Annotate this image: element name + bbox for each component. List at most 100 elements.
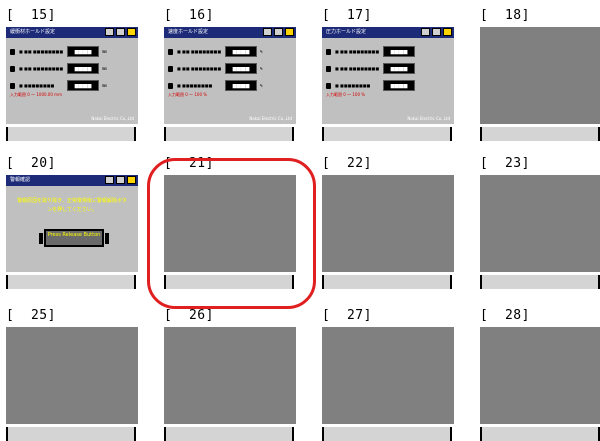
screen-thumbnail[interactable] [322, 327, 454, 424]
bullet-icon [326, 66, 331, 72]
screen-name-field[interactable] [6, 427, 136, 441]
bullet-icon [168, 83, 173, 89]
screen-title: 緩衝材ホールド設定 [10, 29, 56, 35]
setting-value: ■■■■ [383, 80, 415, 91]
screen-name-field[interactable] [322, 127, 452, 141]
screen-thumbnail[interactable]: 警報確認警報原因を取り除き、正常復帰後に警報解除ボタンを押してください。 Pres… [6, 175, 138, 272]
bullet-icon [10, 83, 15, 89]
title-bar-buttons [421, 28, 452, 36]
setting-row: ■ ■■■■■■■■ ■■■■ [326, 80, 454, 92]
setting-unit: mm [102, 49, 107, 54]
maker-credit: Nakai Electric Co.,Ltd [407, 116, 450, 121]
screen-thumbnail[interactable] [6, 327, 138, 424]
screen-number: [ 18] [480, 8, 530, 23]
setting-label: ■ ■■ ■■■■■■■■ [19, 49, 64, 54]
screen-title: 速度ホールド設定 [168, 29, 209, 35]
setting-row: ■ ■■■■■■■■ ■■■■ mm [10, 80, 138, 92]
screen-number: [ 25] [6, 308, 56, 323]
screen-number: [ 20] [6, 156, 56, 171]
setting-row: ■ ■■ ■■■■■■■■ ■■■■ mm [10, 63, 138, 75]
screen-number: [ 15] [6, 8, 56, 23]
setting-label: ■ ■■ ■■■■■■■■ [335, 49, 380, 54]
menu-icon [432, 28, 441, 36]
setting-label: ■ ■■■■■■■■ [335, 83, 371, 88]
back-icon [421, 28, 430, 36]
bullet-icon [326, 49, 331, 55]
screen-title-bar: 圧力ホールド設定 [322, 27, 454, 38]
menu-icon [116, 176, 125, 184]
screen-name-field[interactable] [6, 275, 136, 289]
screen-number: [ 27] [322, 308, 372, 323]
alarm-message: 警報原因を取り除き、正常復帰後に警報解除ボタンを押してください。 [17, 198, 127, 213]
screen-number: [ 26] [164, 308, 214, 323]
screen-number: [ 21] [164, 156, 214, 171]
setting-unit: % [260, 83, 263, 88]
screen-thumbnail[interactable] [164, 327, 296, 424]
setting-unit: mm [102, 83, 107, 88]
screen-name-field[interactable] [164, 427, 294, 441]
screen-name-field[interactable] [480, 275, 600, 289]
screen-name-field[interactable] [6, 127, 136, 141]
title-bar-buttons [105, 28, 136, 36]
bullet-icon [168, 66, 173, 72]
screen-number: [ 28] [480, 308, 530, 323]
input-range-note: 入力範囲 0 ～ 100 % [326, 92, 366, 97]
screen-name-field[interactable] [322, 427, 452, 441]
home-icon [127, 176, 136, 184]
setting-value: ■■■■ [225, 63, 257, 74]
setting-row: ■ ■■ ■■■■■■■■ ■■■■ [326, 63, 454, 75]
setting-row: ■ ■■ ■■■■■■■■ ■■■■% [168, 63, 296, 75]
home-icon [285, 28, 294, 36]
screen-thumbnail[interactable] [480, 175, 600, 272]
screen-name-field[interactable] [480, 127, 600, 141]
maker-credit: Nakai Electric Co.,Ltd [249, 116, 292, 121]
setting-value: ■■■■ [67, 80, 99, 91]
screen-name-field[interactable] [164, 127, 294, 141]
screen-title: 警報確認 [10, 177, 31, 183]
screen-thumbnail[interactable] [322, 175, 454, 272]
title-bar-buttons [105, 176, 136, 184]
bullet-icon [10, 66, 15, 72]
setting-value: ■■■■ [225, 80, 257, 91]
input-range-note: 入力範囲 0 ～ 100 % [168, 92, 208, 97]
screen-name-field[interactable] [164, 275, 294, 289]
setting-row: ■ ■■ ■■■■■■■■ ■■■■ mm [10, 46, 138, 58]
setting-label: ■ ■■■■■■■■ [177, 83, 213, 88]
menu-icon [116, 28, 125, 36]
back-icon [263, 28, 272, 36]
screen-thumbnail[interactable]: 速度ホールド設定 ■ ■■ ■■■■■■■■ ■■■■% ■ ■■ ■■■■■■■■ ■… [164, 27, 296, 124]
screen-thumbnail[interactable]: 圧力ホールド設定 ■ ■■ ■■■■■■■■ ■■■■ ■ ■■ ■■■■■■■■ ■■… [322, 27, 454, 124]
maker-credit: Nakai Electric Co.,Ltd [91, 116, 134, 121]
screen-name-field[interactable] [480, 427, 600, 441]
screen-title-bar: 速度ホールド設定 [164, 27, 296, 38]
release-button: Press Release Button [39, 229, 109, 247]
menu-icon [274, 28, 283, 36]
bullet-icon [326, 83, 331, 89]
setting-label: ■ ■■ ■■■■■■■■ [19, 66, 64, 71]
screen-title: 圧力ホールド設定 [326, 29, 367, 35]
back-icon [105, 28, 114, 36]
setting-value: ■■■■ [67, 63, 99, 74]
screen-name-field[interactable] [322, 275, 452, 289]
setting-value: ■■■■ [67, 46, 99, 57]
setting-unit: mm [102, 66, 107, 71]
screen-number: [ 23] [480, 156, 530, 171]
screen-thumbnail[interactable] [480, 327, 600, 424]
setting-value: ■■■■ [383, 63, 415, 74]
screen-thumbnail[interactable] [480, 27, 600, 124]
bullet-icon [10, 49, 15, 55]
setting-unit: % [260, 66, 263, 71]
screen-thumbnail[interactable] [164, 175, 296, 272]
screen-title-bar: 緩衝材ホールド設定 [6, 27, 138, 38]
setting-value: ■■■■ [383, 46, 415, 57]
setting-unit: % [260, 49, 263, 54]
screen-thumbnail[interactable]: 緩衝材ホールド設定 ■ ■■ ■■■■■■■■ ■■■■ mm ■ ■■ ■■■■■■■… [6, 27, 138, 124]
setting-label: ■ ■■ ■■■■■■■■ [335, 66, 380, 71]
input-range-note: 入力範囲 0 ～ 1000.00 mm [10, 92, 62, 97]
back-icon [105, 176, 114, 184]
screen-number: [ 22] [322, 156, 372, 171]
bullet-icon [168, 49, 173, 55]
screen-number: [ 16] [164, 8, 214, 23]
setting-label: ■ ■■ ■■■■■■■■ [177, 49, 222, 54]
home-icon [443, 28, 452, 36]
